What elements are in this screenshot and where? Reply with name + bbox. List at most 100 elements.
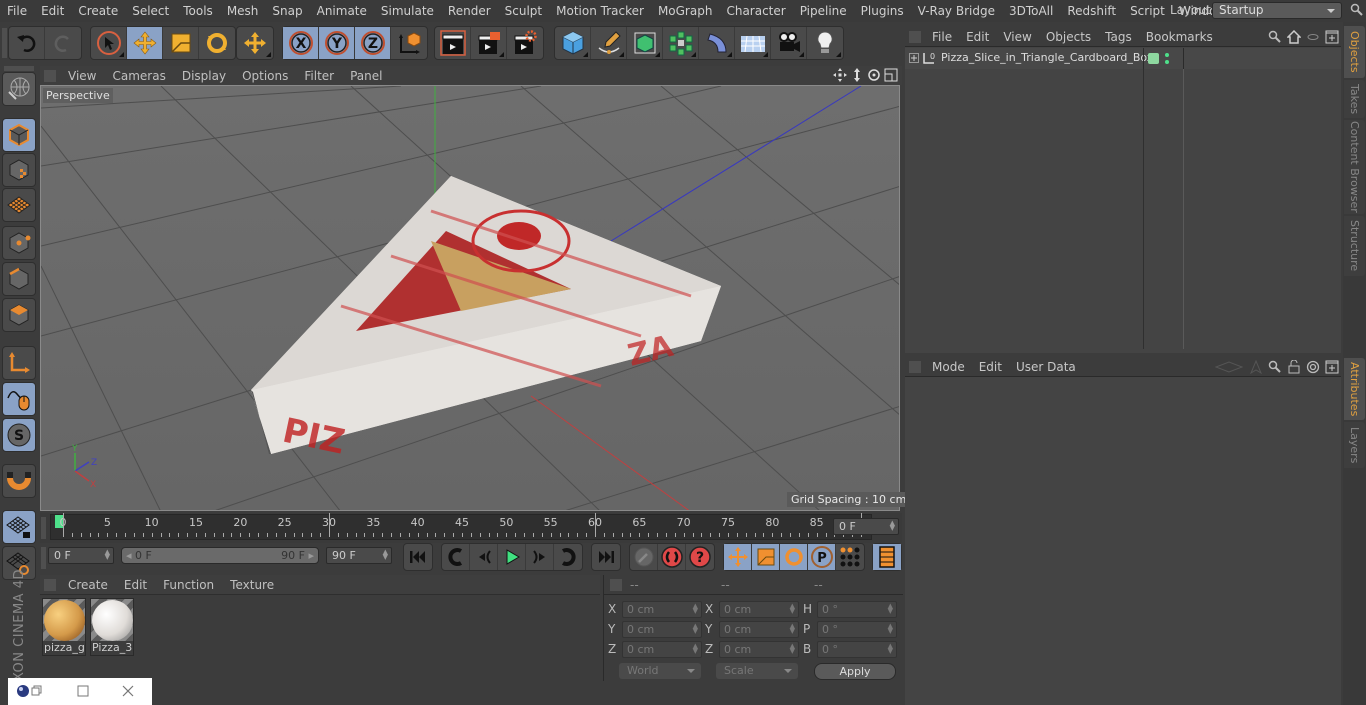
3d-viewport[interactable]: PIZ ZA Y Z X [40, 85, 900, 511]
tab-content-browser[interactable]: Content Browser [1344, 120, 1365, 214]
om-menu-objects[interactable]: Objects [1039, 30, 1098, 44]
menu-create[interactable]: Create [71, 4, 125, 18]
next-frame-button[interactable] [526, 544, 554, 570]
attr-menu-user-data[interactable]: User Data [1009, 360, 1083, 374]
viewport-menu-display[interactable]: Display [174, 69, 234, 83]
coord-field[interactable]: 0 cm ▲ ▼ [622, 641, 702, 658]
om-menu-bookmarks[interactable]: Bookmarks [1139, 30, 1220, 44]
render-view-button[interactable] [435, 27, 471, 59]
coord-field[interactable]: 0 ° ▲ ▼ [817, 621, 897, 638]
rotation-track-button[interactable] [780, 544, 808, 570]
menu-plugins[interactable]: Plugins [854, 4, 911, 18]
go-to-start-button[interactable] [404, 544, 432, 570]
coord-field[interactable]: 0 cm ▲ ▼ [719, 621, 799, 638]
material-menu-create[interactable]: Create [60, 578, 116, 592]
material-menu-texture[interactable]: Texture [222, 578, 282, 592]
timeline-window-button[interactable] [873, 544, 901, 570]
target-icon[interactable] [1306, 360, 1320, 374]
expand-icon[interactable] [909, 53, 919, 63]
coord-field[interactable]: 0 cm ▲ ▼ [622, 621, 702, 638]
undo-button[interactable] [9, 27, 45, 59]
left-toolbar-grip[interactable] [4, 66, 34, 71]
tab-attributes[interactable]: Attributes [1344, 358, 1365, 420]
coord-field[interactable]: 0 ° ▲ ▼ [817, 641, 897, 658]
lock-icon[interactable] [1287, 360, 1301, 374]
maximize-icon[interactable] [77, 685, 89, 697]
autokey-button[interactable] [658, 544, 686, 570]
coordinate-system-select[interactable]: World [619, 663, 701, 679]
cube-button[interactable] [555, 27, 591, 59]
timeline-ruler[interactable]: 051015202530354045505560657075808590 [50, 513, 872, 540]
menu-v-ray-bridge[interactable]: V-Ray Bridge [911, 4, 1002, 18]
menu-animate[interactable]: Animate [310, 4, 374, 18]
object-manager-grip[interactable] [909, 31, 921, 43]
render-settings-button[interactable] [507, 27, 543, 59]
material-grip[interactable] [44, 578, 56, 591]
workplane-mode-button[interactable] [2, 188, 36, 222]
render-picture-viewer-button[interactable] [471, 27, 507, 59]
parameter-track-button[interactable]: P [808, 544, 836, 570]
viewport-menu-options[interactable]: Options [234, 69, 296, 83]
current-frame-field[interactable]: 0 F ▲ ▼ [833, 518, 899, 535]
search-icon[interactable] [1268, 30, 1282, 44]
previous-keyframe-button[interactable] [442, 544, 470, 570]
z-axis-lock-button[interactable]: Z [355, 27, 391, 59]
redo-button[interactable] [45, 27, 81, 59]
menu-redshift[interactable]: Redshift [1060, 4, 1123, 18]
object-row[interactable]: 0 Pizza_Slice_in_Triangle_Cardboard_Box [905, 48, 1341, 69]
tab-structure[interactable]: Structure [1344, 216, 1365, 276]
timeline-grip[interactable] [41, 517, 46, 539]
viewport-grip[interactable] [44, 69, 56, 82]
menu-script[interactable]: Script [1123, 4, 1172, 18]
search-icon[interactable] [1268, 360, 1282, 374]
hierarchy-icon[interactable] [1306, 30, 1320, 44]
world-coordinate-button[interactable] [391, 27, 427, 59]
edges-mode-button[interactable] [2, 262, 36, 296]
menu-mesh[interactable]: Mesh [220, 4, 266, 18]
model-mode-button[interactable] [2, 118, 36, 152]
pen-button[interactable] [591, 27, 627, 59]
layout-select[interactable]: Startup [1212, 2, 1342, 19]
end-frame-field[interactable]: 90 F ▲ ▼ [326, 547, 392, 564]
scale-track-button[interactable] [752, 544, 780, 570]
coordinates-grip[interactable] [610, 579, 622, 591]
home-icon[interactable] [1287, 30, 1301, 44]
om-menu-tags[interactable]: Tags [1098, 30, 1139, 44]
material-menu-edit[interactable]: Edit [116, 578, 155, 592]
toolbar-grip[interactable] [2, 28, 7, 58]
viewport-menu-panel[interactable]: Panel [342, 69, 390, 83]
material-item[interactable]: Pizza_3 [90, 598, 134, 656]
om-menu-view[interactable]: View [996, 30, 1038, 44]
menu-tools[interactable]: Tools [176, 4, 220, 18]
menu-simulate[interactable]: Simulate [374, 4, 441, 18]
playback-grip[interactable] [41, 547, 46, 569]
point-level-button[interactable] [836, 544, 864, 570]
attr-menu-mode[interactable]: Mode [925, 360, 972, 374]
make-editable-button[interactable] [2, 72, 36, 106]
coord-field[interactable]: 0 cm ▲ ▼ [622, 601, 702, 618]
menu-mograph[interactable]: MoGraph [651, 4, 720, 18]
cloner-button[interactable] [663, 27, 699, 59]
attr-menu-edit[interactable]: Edit [972, 360, 1009, 374]
rotate-view-icon[interactable] [867, 68, 881, 82]
polygons-mode-button[interactable] [2, 298, 36, 332]
menu-file[interactable]: File [0, 4, 34, 18]
tab-layers[interactable]: Layers [1344, 422, 1365, 468]
tab-takes[interactable]: Takes [1344, 80, 1365, 118]
viewport-menu-filter[interactable]: Filter [296, 69, 342, 83]
material-item[interactable]: pizza_ge [42, 598, 86, 656]
light-button[interactable] [807, 27, 843, 59]
subdivision-button[interactable] [627, 27, 663, 59]
menu-3dtoall[interactable]: 3DToAll [1002, 4, 1060, 18]
scale-button[interactable] [163, 27, 199, 59]
go-to-end-button[interactable] [592, 544, 620, 570]
om-menu-file[interactable]: File [925, 30, 959, 44]
layer-color-swatch[interactable] [1148, 53, 1159, 64]
keyframe-selection-button[interactable]: ? [686, 544, 714, 570]
frame-range-slider[interactable]: ◂ 0 F 90 F ▸ [121, 547, 319, 564]
camera-button[interactable] [771, 27, 807, 59]
restore-icon[interactable] [31, 685, 43, 697]
search-icon[interactable] [1350, 3, 1364, 17]
editor-visibility-dot[interactable] [1165, 53, 1169, 57]
start-frame-field[interactable]: 0 F ▲ ▼ [48, 547, 114, 564]
